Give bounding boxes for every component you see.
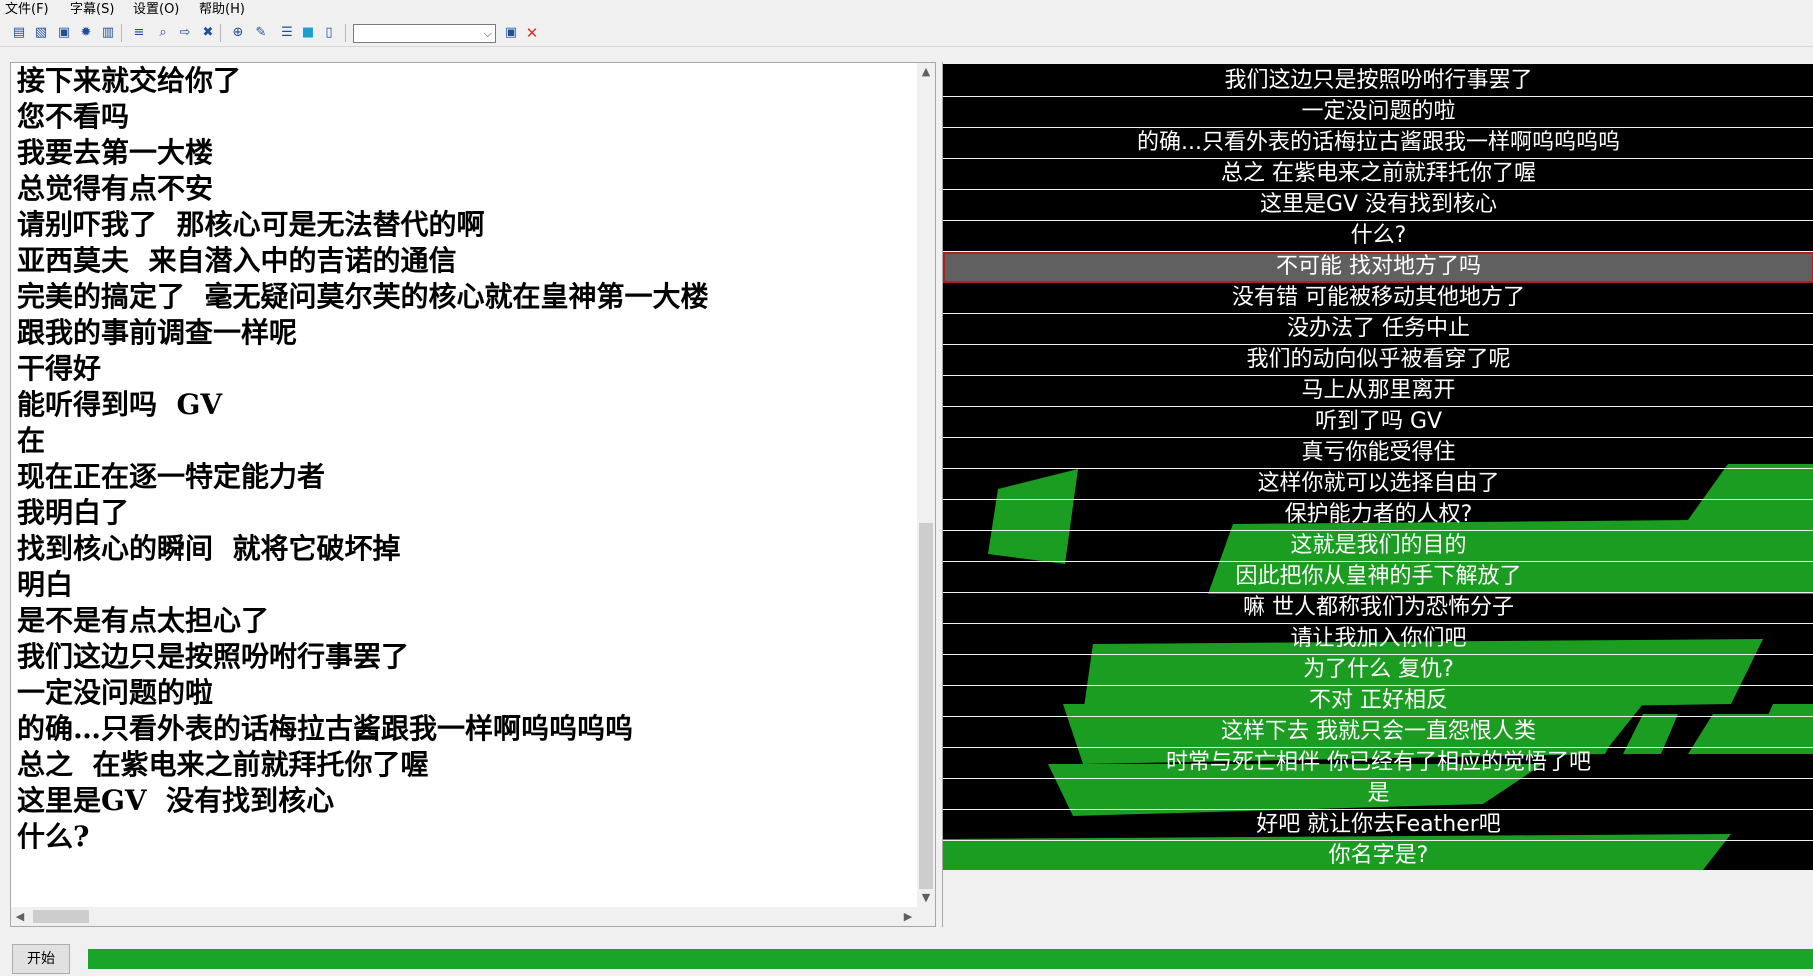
text-line[interactable]: 总觉得有点不安 (17, 171, 917, 207)
text-line[interactable]: 我们这边只是按照吩咐行事罢了 (17, 639, 917, 675)
horizontal-scrollbar[interactable]: ◀ ▶ (11, 907, 917, 926)
clipboard-icon[interactable]: ▥ (100, 25, 116, 41)
save-icon[interactable]: ▣ (56, 25, 72, 41)
text-line[interactable]: 在 (17, 423, 917, 459)
menu-item-3[interactable]: 帮助(H) (199, 2, 245, 18)
scroll-right-icon[interactable]: ▶ (899, 907, 917, 926)
subtitle-row[interactable]: 这里是GV 没有找到核心 (943, 190, 1813, 221)
export-icon[interactable]: ▧ (33, 25, 49, 41)
scroll-down-icon[interactable]: ▼ (917, 889, 935, 907)
text-line[interactable]: 是不是有点太担心了 (17, 603, 917, 639)
style-combo[interactable]: ⌵ (353, 24, 496, 43)
save-icon[interactable]: ▣ (503, 25, 519, 41)
subtitle-row[interactable]: 没办法了 任务中止 (943, 314, 1813, 345)
text-line[interactable]: 我明白了 (17, 495, 917, 531)
text-line[interactable]: 请别吓我了 那核心可是无法替代的啊 (17, 207, 917, 243)
subtitle-row[interactable]: 嘛 世人都称我们为恐怖分子 (943, 593, 1813, 624)
text-line[interactable]: 明白 (17, 567, 917, 603)
toolbar-separator (345, 24, 346, 42)
text-line[interactable]: 的确…只看外表的话梅拉古酱跟我一样啊呜呜呜呜 (17, 711, 917, 747)
subtitle-row[interactable]: 什么? (943, 221, 1813, 252)
text-line[interactable]: 能听得到吗 GV (17, 387, 917, 423)
close-icon[interactable]: ✕ (524, 25, 540, 41)
subtitle-row[interactable]: 没有错 可能被移动其他地方了 (943, 283, 1813, 314)
text-line[interactable]: 跟我的事前调查一样呢 (17, 315, 917, 351)
text-line[interactable]: 干得好 (17, 351, 917, 387)
text-line[interactable]: 找到核心的瞬间 就将它破坏掉 (17, 531, 917, 567)
progress-fill (88, 949, 1813, 969)
menu-item-2[interactable]: 设置(O) (133, 2, 179, 18)
zoom-icon[interactable]: ⊕ (230, 25, 246, 41)
text-line[interactable]: 什么? (17, 819, 917, 855)
subtitle-row[interactable]: 不对 正好相反 (943, 686, 1813, 717)
delete-icon[interactable]: ✖ (200, 25, 216, 41)
subtitle-row[interactable]: 是 (943, 779, 1813, 810)
subtitle-row[interactable]: 这样下去 我就只会一直怨恨人类 (943, 717, 1813, 748)
color-icon[interactable]: ■ (300, 25, 316, 41)
text-line[interactable]: 接下来就交给你了 (17, 63, 917, 99)
text-line[interactable]: 我要去第一大楼 (17, 135, 917, 171)
scroll-corner (917, 907, 935, 926)
find-icon[interactable]: ⌕ (155, 25, 171, 41)
bug-icon[interactable]: ✹ (78, 25, 94, 41)
vertical-scroll-thumb[interactable] (919, 523, 933, 889)
subtitle-row[interactable]: 总之 在紫电来之前就拜托你了喔 (943, 159, 1813, 190)
doc-icon[interactable]: ▯ (321, 25, 337, 41)
subtitle-row[interactable]: 请让我加入你们吧 (943, 624, 1813, 655)
script-icon[interactable]: ☰ (279, 25, 295, 41)
text-line[interactable]: 您不看吗 (17, 99, 917, 135)
start-button[interactable]: 开始 (12, 944, 70, 974)
toolbar: ⌵ ▣ ✕ ▤ ▧ ▣ ✹ ▥ ≡ ⌕ ⇨ ✖ ⊕ ✎ ☰ ■ ▯ (0, 20, 1813, 47)
subtitle-row[interactable]: 你名字是? (943, 841, 1813, 870)
edit-icon[interactable]: ✎ (253, 25, 269, 41)
progress-bar (88, 949, 1813, 969)
text-line[interactable]: 总之 在紫电来之前就拜托你了喔 (17, 747, 917, 783)
text-line[interactable]: 这里是GV 没有找到核心 (17, 783, 917, 819)
jump-icon[interactable]: ⇨ (177, 25, 193, 41)
subtitle-row[interactable]: 马上从那里离开 (943, 376, 1813, 407)
scroll-up-icon[interactable]: ▲ (917, 63, 935, 81)
text-line[interactable]: 亚西莫夫 来自潜入中的吉诺的通信 (17, 243, 917, 279)
subtitle-row[interactable]: 我们的动向似乎被看穿了呢 (943, 345, 1813, 376)
chevron-down-icon[interactable]: ⌵ (484, 25, 492, 42)
subtitle-row[interactable]: 因此把你从皇神的手下解放了 (943, 562, 1813, 593)
subtitle-row[interactable]: 这样你就可以选择自由了 (943, 469, 1813, 500)
horizontal-scroll-thumb[interactable] (33, 910, 89, 923)
text-content[interactable]: 接下来就交给你了 您不看吗 我要去第一大楼 总觉得有点不安 请别吓我了 那核心可是无法替… (17, 63, 917, 855)
subtitle-row[interactable]: 时常与死亡相伴 你已经有了相应的觉悟了吧 (943, 748, 1813, 779)
subtitle-row[interactable]: 真亏你能受得住 (943, 438, 1813, 469)
subtitle-row[interactable]: 我们这边只是按照吩咐行事罢了 (943, 66, 1813, 97)
subtitle-row[interactable]: 为了什么 复仇? (943, 655, 1813, 686)
subtitle-row[interactable]: 这就是我们的目的 (943, 531, 1813, 562)
open-icon[interactable]: ▤ (11, 25, 27, 41)
menu-item-1[interactable]: 字幕(S) (70, 2, 114, 18)
scroll-left-icon[interactable]: ◀ (11, 907, 29, 926)
subtitle-list[interactable]: 我们这边只是按照吩咐行事罢了 一定没问题的啦 的确...只看外表的话梅拉古酱跟我一样… (943, 64, 1813, 870)
toolbar-separator (220, 24, 221, 42)
subtitle-row[interactable]: 的确...只看外表的话梅拉古酱跟我一样啊呜呜呜呜 (943, 128, 1813, 159)
vertical-scrollbar[interactable]: ▲ ▼ (917, 63, 935, 907)
subtitle-row[interactable]: 听到了吗 GV (943, 407, 1813, 438)
subtitle-row[interactable]: 好吧 就让你去Feather吧 (943, 810, 1813, 841)
text-line[interactable]: 现在正在逐一特定能力者 (17, 459, 917, 495)
toolbar-separator (121, 24, 122, 42)
text-line[interactable]: 完美的搞定了 毫无疑问莫尔芙的核心就在皇神第一大楼 (17, 279, 917, 315)
subtitle-row[interactable]: 保护能力者的人权? (943, 500, 1813, 531)
subtitle-row[interactable]: 一定没问题的啦 (943, 97, 1813, 128)
subtitle-row-selected[interactable]: 不可能 找对地方了吗 (943, 252, 1813, 283)
menu-item-0[interactable]: 文件(F) (5, 2, 49, 18)
text-line[interactable]: 一定没问题的啦 (17, 675, 917, 711)
text-editor[interactable]: 接下来就交给你了 您不看吗 我要去第一大楼 总觉得有点不安 请别吓我了 那核心可是无法替… (10, 62, 936, 927)
menu-bar: 文件(F) 字幕(S) 设置(O) 帮助(H) (0, 0, 1813, 20)
subtitle-preview-pane: 我们这边只是按照吩咐行事罢了 一定没问题的啦 的确...只看外表的话梅拉古酱跟我一样… (942, 62, 1813, 927)
subtitle-icon[interactable]: ≡ (131, 25, 147, 41)
